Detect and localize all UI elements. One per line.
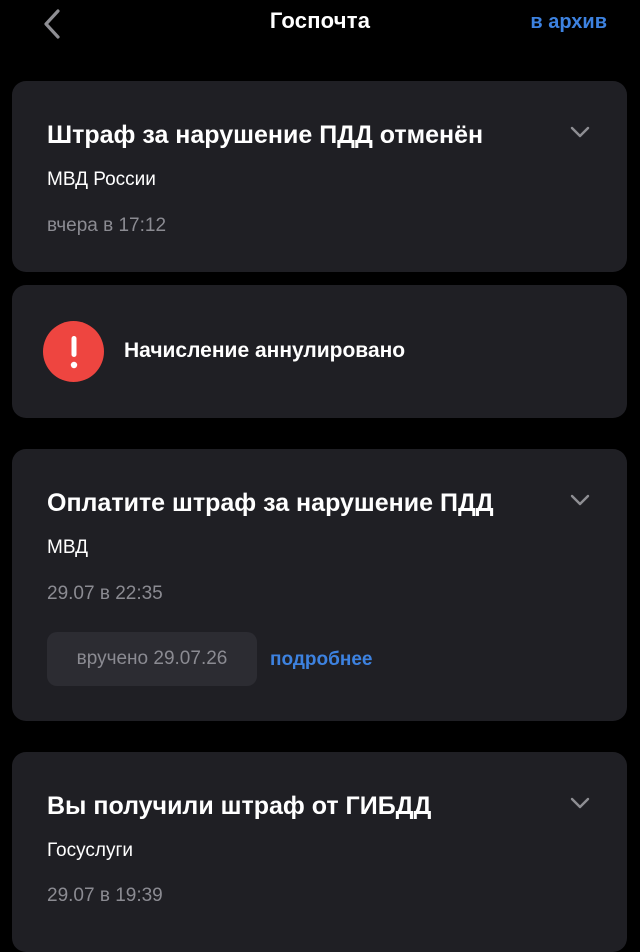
message-sender: Госуслуги (47, 840, 134, 861)
exclamation-icon (43, 321, 104, 382)
message-sender: МВД России (47, 169, 156, 190)
delivered-badge: вручено 29.07.26 (47, 632, 257, 686)
message-card[interactable]: Вы получили штраф от ГИБДД Госуслуги 29.… (12, 752, 627, 952)
top-bar: Госпочта в архив (0, 0, 640, 56)
alert-text: Начисление аннулировано (124, 339, 406, 362)
message-title: Оплатите штраф за нарушение ПДД (47, 489, 494, 517)
chevron-down-icon[interactable] (569, 796, 591, 810)
message-card[interactable]: Штраф за нарушение ПДД отменён МВД Росси… (12, 81, 627, 272)
message-sender: МВД (47, 537, 88, 558)
message-title: Вы получили штраф от ГИБДД (47, 792, 432, 820)
message-time: 29.07 в 22:35 (47, 583, 163, 604)
message-card[interactable]: Оплатите штраф за нарушение ПДД МВД 29.0… (12, 449, 627, 721)
message-time: 29.07 в 19:39 (47, 885, 163, 906)
chevron-down-icon[interactable] (569, 493, 591, 507)
details-link[interactable]: подробнее (270, 649, 372, 671)
message-title: Штраф за нарушение ПДД отменён (47, 121, 484, 149)
alert-card: Начисление аннулировано (12, 285, 627, 418)
archive-button[interactable]: в архив (530, 11, 607, 34)
chevron-down-icon[interactable] (569, 125, 591, 139)
message-time: вчера в 17:12 (47, 215, 167, 236)
